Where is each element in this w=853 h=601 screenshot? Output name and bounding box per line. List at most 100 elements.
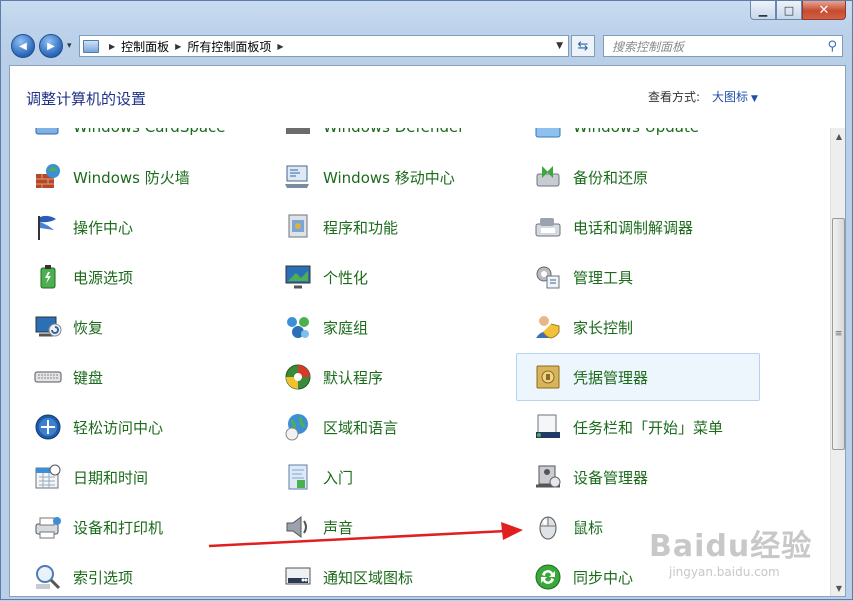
item-label: Windows CardSpace <box>73 128 226 136</box>
mouse-icon <box>533 512 563 542</box>
breadcrumb-separator[interactable]: ▶ <box>109 42 115 51</box>
control-panel-item[interactable]: Windows CardSpace <box>16 128 260 151</box>
item-label: 同步中心 <box>573 568 634 587</box>
keyboard-icon <box>33 362 63 392</box>
item-label: 设备和打印机 <box>73 518 164 537</box>
control-panel-item[interactable]: 索引选项 <box>16 553 260 596</box>
control-panel-item[interactable]: 声音 <box>266 503 510 551</box>
minimize-button[interactable]: ▁ <box>750 1 776 20</box>
control-panel-item[interactable]: 恢复 <box>16 303 260 351</box>
recent-pages-button[interactable]: ▾ <box>67 41 72 51</box>
sound-icon <box>283 512 313 542</box>
backup-icon <box>533 162 563 192</box>
vertical-scrollbar[interactable]: ▲ ≡ ▼ <box>830 128 845 596</box>
breadcrumb-separator[interactable]: ▶ <box>175 42 181 51</box>
refresh-icon: ⇆ <box>577 38 589 54</box>
control-panel-item[interactable]: 任务栏和「开始」菜单 <box>516 403 760 451</box>
item-label: 凭据管理器 <box>573 368 649 387</box>
control-panel-item[interactable]: 程序和功能 <box>266 203 510 251</box>
refresh-button[interactable]: ⇆ <box>571 35 595 57</box>
item-label: 个性化 <box>323 268 369 287</box>
control-panel-item[interactable]: Windows 移动中心 <box>266 153 510 201</box>
personalization-icon <box>283 262 313 292</box>
item-label: Windows Update <box>573 128 699 136</box>
control-panel-item[interactable]: 凭据管理器 <box>516 353 760 401</box>
notification-icons-icon <box>283 562 313 592</box>
item-label: 设备管理器 <box>573 468 649 487</box>
control-panel-item[interactable]: 电话和调制解调器 <box>516 203 760 251</box>
search-icon[interactable]: ⚲ <box>827 39 837 54</box>
defender-icon <box>283 128 313 142</box>
phone-modem-icon <box>533 212 563 242</box>
control-panel-item[interactable]: Windows Update <box>516 128 760 151</box>
cardspace-icon <box>33 128 63 142</box>
parental-controls-icon <box>533 312 563 342</box>
page-title: 调整计算机的设置 <box>26 90 147 108</box>
control-panel-item[interactable]: 管理工具 <box>516 253 760 301</box>
watermark-url: jingyan.baidu.com <box>669 565 780 579</box>
item-label: Windows 移动中心 <box>323 168 455 187</box>
watermark-main: Baidu经验 <box>649 529 813 564</box>
item-label: 键盘 <box>73 368 104 387</box>
taskbar-icon <box>533 412 563 442</box>
breadcrumb-all-items[interactable]: 所有控制面板项 <box>187 38 271 55</box>
item-label: 区域和语言 <box>323 418 399 437</box>
devices-printers-icon <box>33 512 63 542</box>
control-panel-icon <box>83 39 99 53</box>
scroll-up-button[interactable]: ▲ <box>831 128 845 144</box>
explorer-window: ▁ □ ✕ ◀ ▶ ▾ ▶ 控制面板 ▶ 所有控制面板项 ▶ ▼ ⇆ 搜索控制面… <box>0 0 853 600</box>
address-dropdown-button[interactable]: ▼ <box>556 41 563 51</box>
scroll-down-button[interactable]: ▼ <box>831 580 845 596</box>
control-panel-item[interactable]: 日期和时间 <box>16 453 260 501</box>
item-label: Windows 防火墙 <box>73 168 190 187</box>
scroll-thumb[interactable]: ≡ <box>832 218 845 450</box>
control-panel-item[interactable]: 区域和语言 <box>266 403 510 451</box>
control-panel-item[interactable]: 设备和打印机 <box>16 503 260 551</box>
breadcrumb-control-panel[interactable]: 控制面板 <box>121 38 169 55</box>
control-panel-item[interactable]: Windows 防火墙 <box>16 153 260 201</box>
control-panel-item[interactable]: 操作中心 <box>16 203 260 251</box>
baidu-watermark: Baidu经验 jingyan.baidu.com <box>649 521 812 579</box>
control-panel-item[interactable]: 键盘 <box>16 353 260 401</box>
content-pane: 调整计算机的设置 查看方式: 大图标▼ Windows CardSpaceWin… <box>9 65 846 597</box>
item-label: 恢复 <box>73 318 104 337</box>
control-panel-item[interactable]: 通知区域图标 <box>266 553 510 596</box>
caption-buttons: ▁ □ ✕ <box>750 1 846 20</box>
indexing-icon <box>33 562 63 592</box>
navigation-bar: ◀ ▶ ▾ ▶ 控制面板 ▶ 所有控制面板项 ▶ ▼ ⇆ 搜索控制面板 ⚲ <box>1 31 852 63</box>
date-time-icon <box>33 462 63 492</box>
search-placeholder: 搜索控制面板 <box>612 39 685 54</box>
sync-center-icon <box>533 562 563 592</box>
forward-button[interactable]: ▶ <box>39 34 63 58</box>
control-panel-item[interactable]: 家长控制 <box>516 303 760 351</box>
item-label: Windows Defender <box>323 128 464 136</box>
title-bar: ▁ □ ✕ <box>1 1 852 31</box>
control-panel-item[interactable]: 轻松访问中心 <box>16 403 260 451</box>
view-by-dropdown[interactable]: 大图标 ▼ <box>712 88 758 105</box>
control-panel-item[interactable]: 家庭组 <box>266 303 510 351</box>
close-button[interactable]: ✕ <box>802 1 846 20</box>
control-panel-item[interactable]: 默认程序 <box>266 353 510 401</box>
chevron-down-icon: ▼ <box>751 94 758 104</box>
control-panel-item[interactable]: Windows Defender <box>266 128 510 151</box>
item-label: 任务栏和「开始」菜单 <box>573 418 724 437</box>
item-label: 程序和功能 <box>323 218 399 237</box>
grip-icon: ≡ <box>834 329 843 339</box>
control-panel-item[interactable]: 设备管理器 <box>516 453 760 501</box>
mobility-center-icon <box>283 162 313 192</box>
view-by-value: 大图标 <box>712 90 749 104</box>
admin-tools-icon <box>533 262 563 292</box>
item-label: 家庭组 <box>323 318 369 337</box>
item-label: 管理工具 <box>573 268 634 287</box>
maximize-button[interactable]: □ <box>776 1 802 20</box>
control-panel-item[interactable]: 电源选项 <box>16 253 260 301</box>
control-panel-item[interactable]: 个性化 <box>266 253 510 301</box>
address-bar[interactable]: ▶ 控制面板 ▶ 所有控制面板项 ▶ ▼ <box>79 35 569 57</box>
firewall-icon <box>33 162 63 192</box>
search-input[interactable]: 搜索控制面板 ⚲ <box>603 35 843 57</box>
item-label: 日期和时间 <box>73 468 149 487</box>
control-panel-item[interactable]: 备份和还原 <box>516 153 760 201</box>
breadcrumb-separator[interactable]: ▶ <box>277 42 283 51</box>
back-button[interactable]: ◀ <box>11 34 35 58</box>
control-panel-item[interactable]: 入门 <box>266 453 510 501</box>
